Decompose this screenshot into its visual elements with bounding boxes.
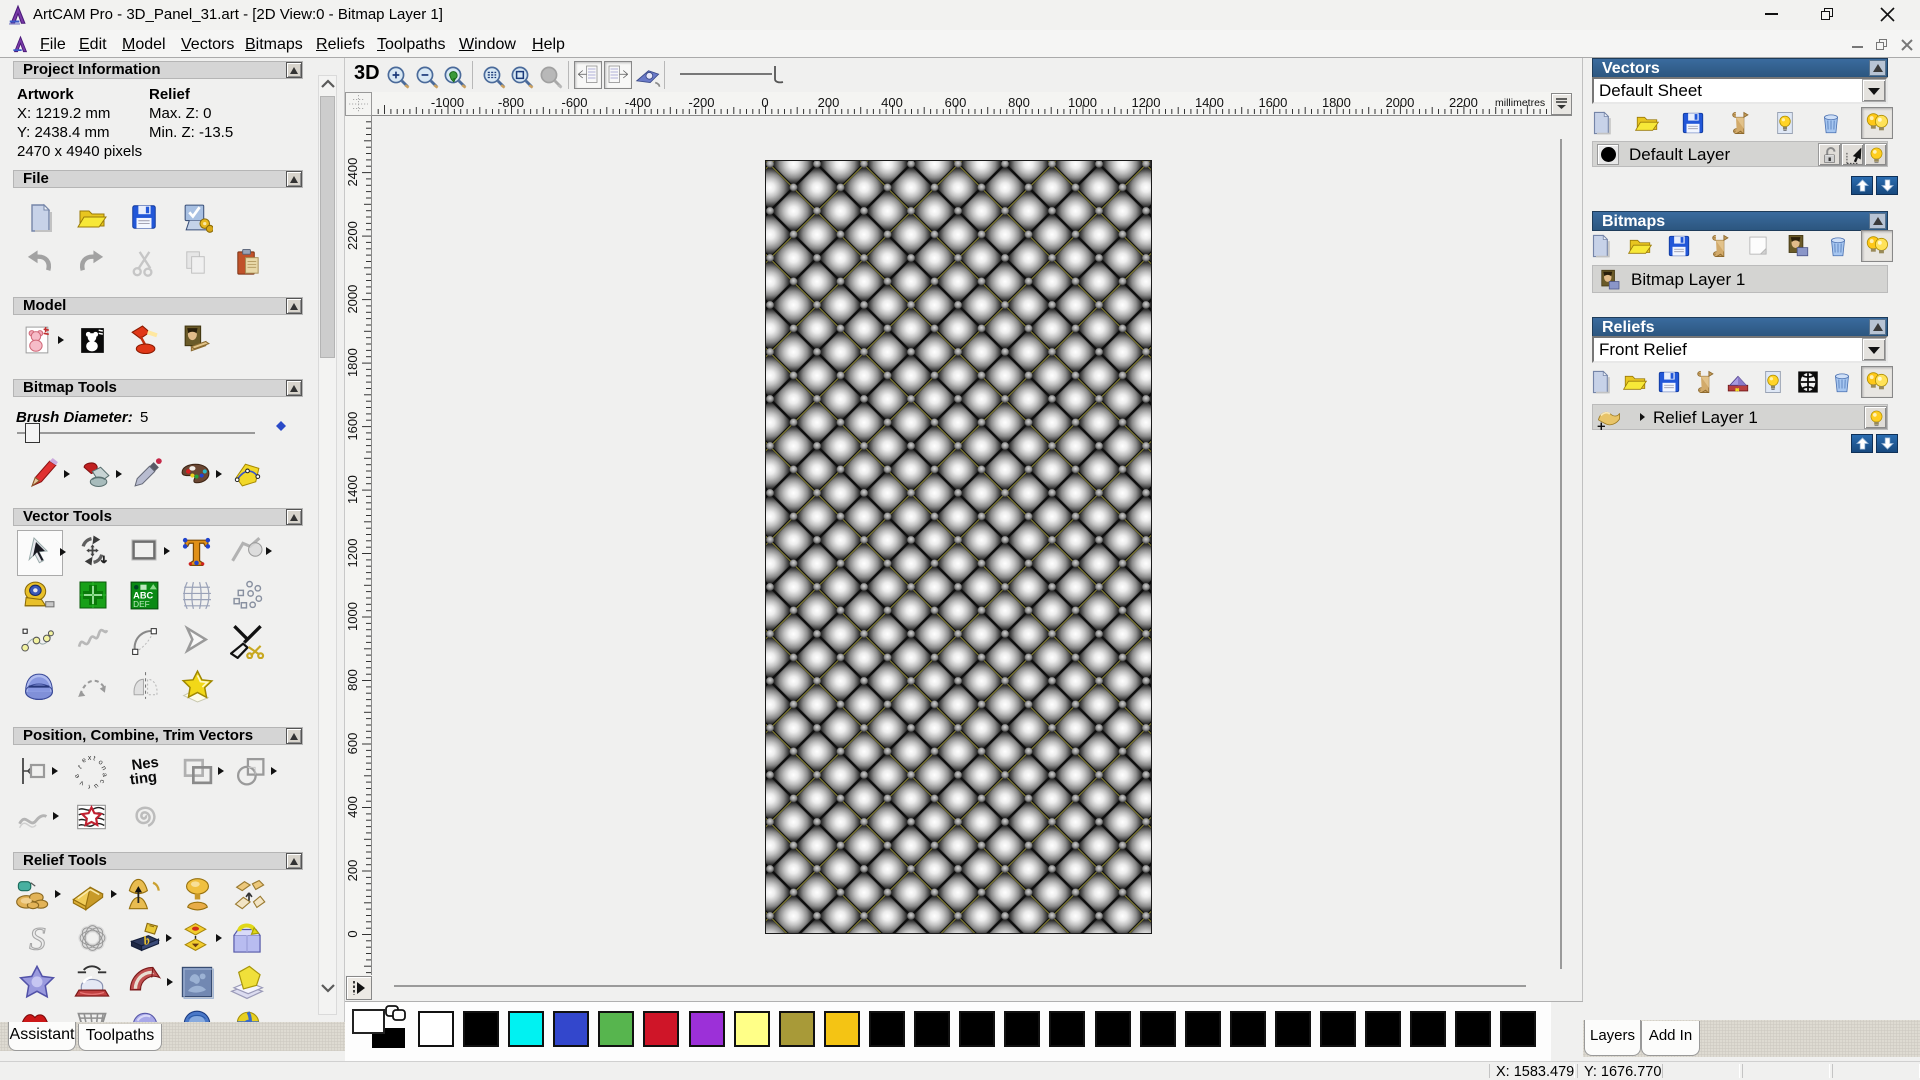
svg-text:800: 800 [1008,95,1030,110]
svg-text:600: 600 [945,95,967,110]
svg-text:c: c [98,778,106,784]
svg-text:1000: 1000 [1068,95,1097,110]
svg-text:1000: 1000 [345,602,360,631]
svg-text:n: n [100,765,108,772]
svg-text:x: x [88,755,92,762]
svg-text:-800: -800 [498,95,524,110]
svg-text:-1000: -1000 [431,95,464,110]
svg-text:400: 400 [881,95,903,110]
svg-text:e: e [74,772,81,780]
svg-text:1600: 1600 [1258,95,1287,110]
svg-text:200: 200 [345,860,360,882]
svg-text:b: b [142,933,151,948]
svg-text:2000: 2000 [345,285,360,314]
svg-text:t: t [77,764,83,771]
svg-text:1800: 1800 [1322,95,1351,110]
svg-text:600: 600 [345,733,360,755]
svg-text:2200: 2200 [345,221,360,250]
svg-text:0: 0 [345,930,360,937]
svg-text:400: 400 [345,796,360,818]
svg-text:200: 200 [818,95,840,110]
svg-text:2400: 2400 [345,158,360,187]
svg-text:1600: 1600 [345,412,360,441]
svg-text:2000: 2000 [1385,95,1414,110]
svg-text:1400: 1400 [1195,95,1224,110]
svg-text:0: 0 [761,95,768,110]
svg-text:a: a [101,772,108,777]
svg-text:v: v [78,779,84,787]
svg-text:800: 800 [345,669,360,691]
svg-text:1400: 1400 [345,475,360,504]
svg-text:1800: 1800 [345,348,360,377]
svg-text:millimetres: millimetres [1495,97,1545,109]
svg-text:DEF: DEF [133,600,150,609]
svg-text:1200: 1200 [1132,95,1161,110]
svg-text:1200: 1200 [345,539,360,568]
svg-text:2200: 2200 [1449,95,1478,110]
svg-text:-200: -200 [688,95,714,110]
svg-text:-400: -400 [625,95,651,110]
svg-text:e: e [81,757,87,765]
svg-text:r: r [86,783,90,789]
svg-text:S: S [29,922,45,955]
svg-text:ting: ting [129,769,158,788]
svg-text:t: t [92,755,96,762]
svg-text:-600: -600 [561,95,587,110]
svg-text:u: u [92,782,100,789]
